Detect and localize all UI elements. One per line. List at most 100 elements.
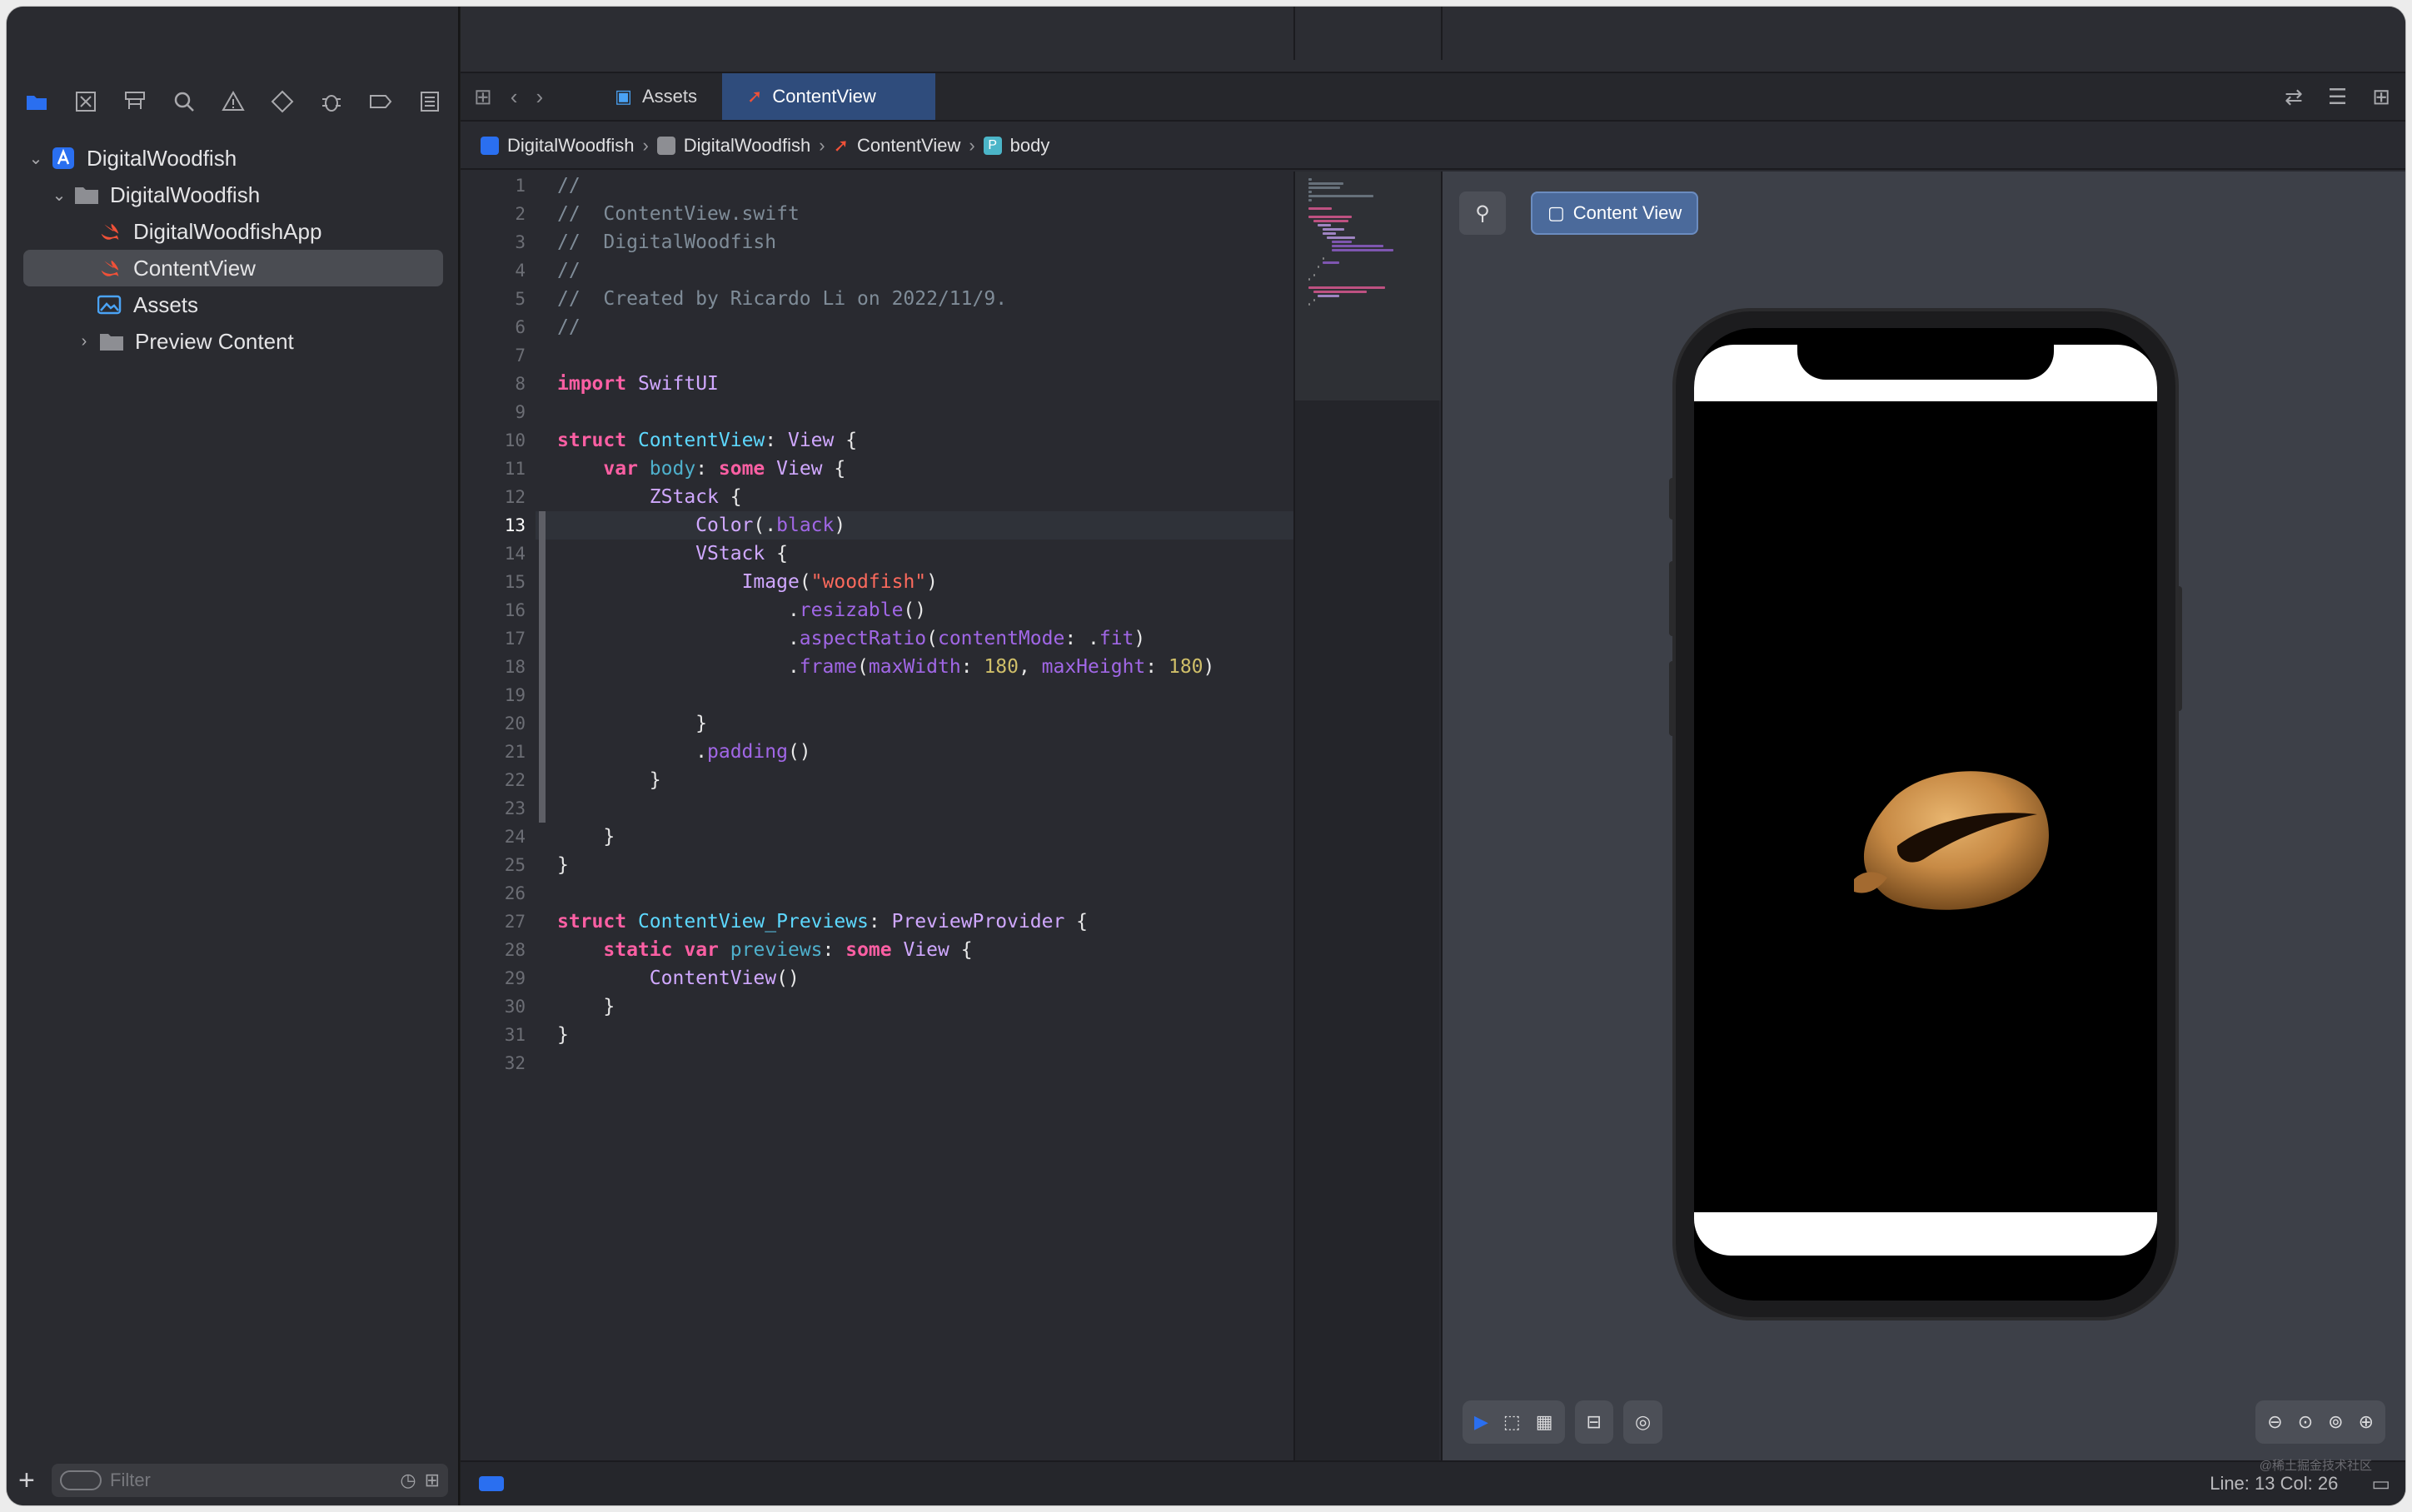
recent-files-icon[interactable]: ◷ bbox=[400, 1470, 416, 1491]
folder-icon[interactable] bbox=[22, 87, 52, 117]
tab-contentview[interactable]: ➚ ContentView bbox=[721, 73, 935, 120]
editor-options-icon[interactable]: ☰ bbox=[2328, 84, 2347, 110]
zoom-actual-icon[interactable]: ⊚ bbox=[2328, 1411, 2343, 1433]
pin-icon[interactable]: ⚲ bbox=[1459, 191, 1506, 235]
minimap[interactable] bbox=[1293, 172, 1441, 1460]
code-line[interactable]: // ContentView.swift bbox=[557, 200, 1290, 228]
swift-file-icon: ➚ bbox=[833, 135, 849, 156]
device-button[interactable]: ◎ bbox=[1622, 1400, 1663, 1444]
back-icon[interactable]: ‹ bbox=[511, 84, 518, 110]
code-line[interactable] bbox=[557, 341, 1290, 370]
zoom-out-icon[interactable]: ⊖ bbox=[2267, 1411, 2282, 1433]
breadcrumb-item[interactable]: DigitalWoodfish bbox=[684, 135, 810, 157]
code-line[interactable]: .padding() bbox=[557, 738, 1290, 766]
code-line[interactable]: struct ContentView: View { bbox=[557, 426, 1290, 455]
code-line[interactable]: } bbox=[557, 992, 1290, 1021]
zoom-in-icon[interactable]: ⊕ bbox=[2359, 1411, 2374, 1433]
source-editor[interactable]: 1 2 3 4 5 6 7 8 9 10 11 12 13 14 15 16 17 18 19 20 21 22 23 24 2… bbox=[461, 172, 1293, 1460]
code-line[interactable]: } bbox=[557, 1021, 1290, 1049]
code-line[interactable]: // bbox=[557, 313, 1290, 341]
minimap-line bbox=[1308, 207, 1332, 210]
breakpoint-icon[interactable] bbox=[366, 87, 396, 117]
breadcrumb-item[interactable]: body bbox=[1010, 135, 1050, 157]
tree-row-project[interactable]: ⌄ DigitalWoodfish bbox=[7, 140, 460, 177]
live-preview-icon[interactable]: ▶ bbox=[1474, 1411, 1488, 1433]
chevron-down-icon[interactable]: ⌄ bbox=[27, 148, 45, 169]
code-line[interactable] bbox=[557, 681, 1290, 709]
preview-canvas: ⚲ ▢ Content View ▶ ⬚ ▦ ⊟ ◎ ⊖ ⊙ ⊚ ⊕ bbox=[1441, 172, 2405, 1460]
zoom-fit-icon[interactable]: ⊙ bbox=[2298, 1411, 2313, 1433]
add-editor-icon[interactable]: ⊞ bbox=[2372, 84, 2390, 110]
code-line[interactable]: ContentView() bbox=[557, 964, 1290, 992]
chevron-down-icon[interactable]: ⌄ bbox=[50, 185, 68, 206]
xcode-project-icon bbox=[50, 147, 77, 170]
forward-icon[interactable]: › bbox=[536, 84, 543, 110]
breadcrumb-item[interactable]: DigitalWoodfish bbox=[507, 135, 634, 157]
variants-icon[interactable]: ▦ bbox=[1536, 1411, 1553, 1433]
code-line[interactable] bbox=[557, 794, 1290, 823]
tree-row-group[interactable]: ⌄ DigitalWoodfish bbox=[7, 177, 460, 213]
source-control-filter-icon[interactable]: ⊞ bbox=[425, 1470, 440, 1491]
report-icon[interactable] bbox=[415, 87, 445, 117]
preview-screen[interactable] bbox=[1694, 328, 2157, 1301]
source-control-icon[interactable] bbox=[71, 87, 101, 117]
code-text[interactable]: //// ContentView.swift// DigitalWoodfish… bbox=[557, 172, 1290, 1077]
minimap-line bbox=[1318, 295, 1340, 297]
code-line[interactable]: // bbox=[557, 172, 1290, 200]
minimap-line bbox=[1313, 299, 1315, 301]
code-line[interactable]: Image("woodfish") bbox=[557, 568, 1290, 596]
code-line[interactable]: static var previews: some View { bbox=[557, 936, 1290, 964]
warning-icon[interactable] bbox=[218, 87, 248, 117]
tab-assets[interactable]: ▣ Assets bbox=[590, 73, 722, 120]
code-line[interactable]: // Created by Ricardo Li on 2022/11/9. bbox=[557, 285, 1290, 313]
tree-row-file[interactable]: DigitalWoodfishApp bbox=[7, 213, 460, 250]
code-line[interactable]: struct ContentView_Previews: PreviewProv… bbox=[557, 908, 1290, 936]
filter-field[interactable]: Filter ◷ ⊞ bbox=[52, 1464, 448, 1497]
code-line[interactable]: // DigitalWoodfish bbox=[557, 228, 1290, 256]
panel-toggle-icon[interactable]: ▭ bbox=[2371, 1472, 2390, 1496]
code-line[interactable]: } bbox=[557, 823, 1290, 851]
tree-row-file[interactable]: Assets bbox=[7, 286, 460, 323]
debug-area-toggle[interactable] bbox=[479, 1476, 504, 1491]
related-items-icon[interactable]: ⇄ bbox=[2285, 84, 2303, 110]
code-line[interactable]: .resizable() bbox=[557, 596, 1290, 624]
code-line[interactable]: ZStack { bbox=[557, 483, 1290, 511]
test-icon[interactable] bbox=[267, 87, 297, 117]
device-settings-button[interactable]: ⊟ bbox=[1574, 1400, 1613, 1444]
code-line[interactable]: } bbox=[557, 766, 1290, 794]
symbols-icon[interactable] bbox=[120, 87, 150, 117]
line-number: 25 bbox=[504, 855, 526, 875]
chevron-right-icon[interactable]: › bbox=[75, 332, 93, 351]
minimap-line bbox=[1322, 228, 1344, 231]
minimap-line bbox=[1308, 191, 1312, 193]
tree-row-folder[interactable]: › Preview Content bbox=[7, 323, 460, 360]
search-icon[interactable] bbox=[169, 87, 199, 117]
filter-options-icon[interactable] bbox=[60, 1470, 102, 1490]
tree-row-file-selected[interactable]: ContentView bbox=[23, 250, 443, 286]
code-line[interactable] bbox=[557, 398, 1290, 426]
code-line[interactable]: } bbox=[557, 709, 1290, 738]
code-line[interactable] bbox=[557, 1049, 1290, 1077]
code-line[interactable]: // bbox=[557, 256, 1290, 285]
code-line[interactable] bbox=[557, 879, 1290, 908]
selectable-icon[interactable]: ⬚ bbox=[1503, 1411, 1521, 1433]
line-number: 28 bbox=[504, 940, 526, 960]
code-line[interactable]: .aspectRatio(contentMode: .fit) bbox=[557, 624, 1290, 653]
minimap-line bbox=[1318, 224, 1332, 226]
code-line[interactable]: VStack { bbox=[557, 540, 1290, 568]
code-line[interactable]: Color(.black) bbox=[557, 511, 1290, 540]
breadcrumb-item[interactable]: ContentView bbox=[857, 135, 960, 157]
line-number: 10 bbox=[504, 430, 526, 450]
code-line[interactable]: } bbox=[557, 851, 1290, 879]
content-view-button[interactable]: ▢ Content View bbox=[1531, 191, 1699, 235]
code-line[interactable]: .frame(maxWidth: 180, maxHeight: 180) bbox=[557, 653, 1290, 681]
add-icon[interactable]: + bbox=[18, 1465, 52, 1497]
line-number: 27 bbox=[504, 912, 526, 932]
grid-icon[interactable]: ⊞ bbox=[474, 84, 492, 110]
code-line[interactable]: var body: some View { bbox=[557, 455, 1290, 483]
preview-mode-controls: ▶ ⬚ ▦ bbox=[1463, 1400, 1565, 1444]
code-line[interactable]: import SwiftUI bbox=[557, 370, 1290, 398]
minimap-line bbox=[1308, 195, 1373, 197]
line-number: 23 bbox=[504, 798, 526, 818]
debug-icon[interactable] bbox=[316, 87, 346, 117]
